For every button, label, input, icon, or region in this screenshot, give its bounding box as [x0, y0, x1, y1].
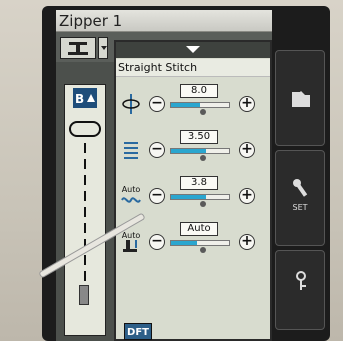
zipper-foot-outline-icon [69, 121, 101, 137]
tension-slider[interactable] [170, 194, 230, 207]
stitch-preview-column: B [56, 62, 114, 341]
foot-select-button[interactable] [60, 37, 96, 59]
stitch-settings-panel: Straight Stitch − 8.0 + − 3.50 + Auto − … [114, 40, 272, 341]
collapse-arrow-icon[interactable] [186, 46, 200, 53]
pressure-slider-knob[interactable] [199, 247, 206, 253]
width-slider[interactable] [170, 102, 230, 115]
toolbar-dropdown-button[interactable] [98, 37, 108, 59]
length-slider-fill [171, 149, 206, 153]
tension-increase-button[interactable]: + [239, 188, 255, 204]
pressure-auto-label: Auto [121, 231, 141, 240]
tension-value: 3.8 [180, 176, 218, 190]
setting-row-foot-pressure: Auto − Auto + [116, 220, 272, 260]
length-slider-knob[interactable] [199, 155, 206, 161]
stitch-line [84, 143, 86, 283]
window-title: Zipper 1 [59, 12, 123, 30]
length-value: 3.50 [180, 130, 218, 144]
stitch-length-icon [120, 140, 142, 160]
setting-row-length: − 3.50 + [116, 128, 272, 168]
lock-button[interactable] [275, 250, 325, 330]
panel-header[interactable] [116, 42, 270, 58]
thread-tension-icon: Auto [120, 186, 142, 206]
presser-foot-pressure-icon: Auto [120, 232, 142, 252]
settings-button[interactable]: SET [275, 150, 325, 246]
pressure-slider[interactable] [170, 240, 230, 253]
setting-row-width: − 8.0 + [116, 82, 272, 122]
set-label: SET [292, 203, 308, 212]
pressure-increase-button[interactable]: + [239, 234, 255, 250]
width-slider-knob[interactable] [199, 109, 206, 115]
needle-position-icon [79, 285, 89, 305]
width-decrease-button[interactable]: − [149, 96, 165, 112]
key-icon [291, 271, 311, 291]
length-slider[interactable] [170, 148, 230, 161]
tension-auto-label: Auto [121, 185, 141, 194]
folder-save-icon [291, 89, 311, 109]
save-pattern-button[interactable] [275, 50, 325, 146]
chevron-down-icon [101, 46, 107, 50]
stitch-preview: B [64, 84, 106, 336]
tension-slider-fill [171, 195, 206, 199]
pressure-decrease-button[interactable]: − [149, 234, 165, 250]
stitch-width-icon [120, 94, 142, 114]
stitch-name: Straight Stitch [116, 59, 270, 77]
length-decrease-button[interactable]: − [149, 142, 165, 158]
tension-decrease-button[interactable]: − [149, 188, 165, 204]
preview-mode-icon[interactable]: B [73, 88, 97, 108]
setting-row-tension: Auto − 3.8 + [116, 174, 272, 214]
presser-foot-icon [68, 42, 88, 55]
pressure-value: Auto [180, 222, 218, 236]
wrench-icon [291, 179, 311, 199]
pressure-slider-fill [171, 241, 198, 245]
tension-slider-knob[interactable] [199, 201, 206, 207]
width-increase-button[interactable]: + [239, 96, 255, 112]
svg-text:B: B [75, 92, 84, 106]
width-slider-fill [171, 103, 200, 107]
width-value: 8.0 [180, 84, 218, 98]
touch-screen: Zipper 1 B Straight Stitch − 8.0 + − 3.5… [56, 10, 272, 341]
length-increase-button[interactable]: + [239, 142, 255, 158]
default-settings-button[interactable]: DFT [124, 323, 152, 340]
title-bar: Zipper 1 [56, 10, 272, 32]
